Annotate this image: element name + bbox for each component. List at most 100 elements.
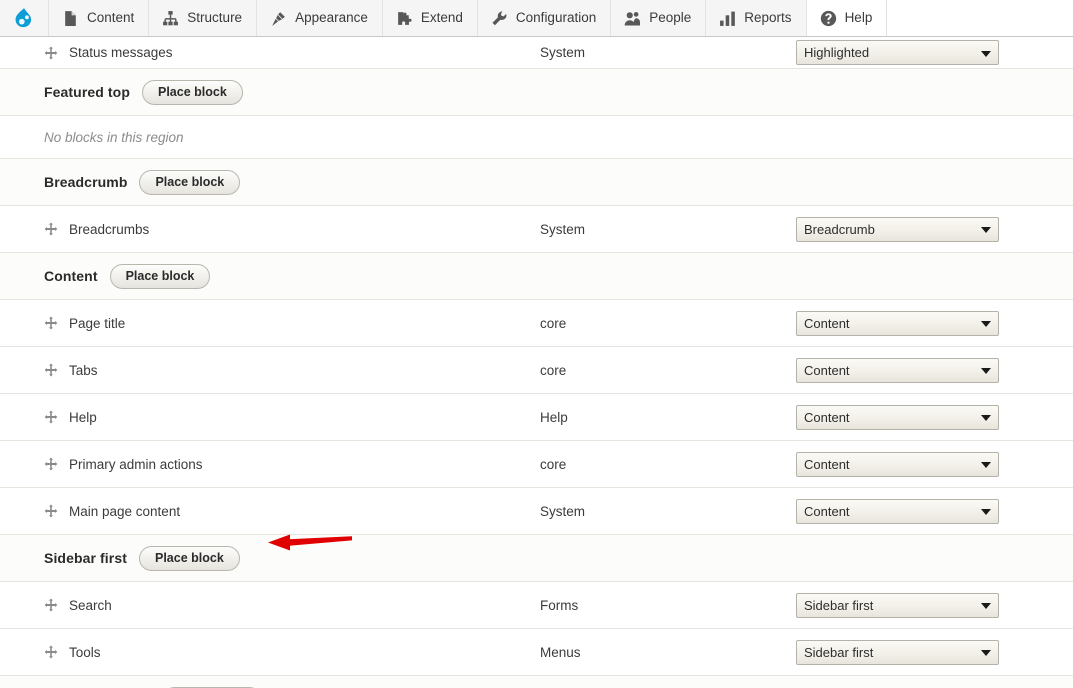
block-name: Tools [69, 644, 101, 660]
region-title: Featured top [44, 84, 130, 100]
toolbar-item-label: People [649, 10, 692, 26]
toolbar-item-label: Appearance [295, 10, 368, 26]
region-header-sidebar-first: Sidebar first Place block [0, 534, 1073, 581]
place-block-button[interactable]: Place block [109, 263, 211, 289]
toolbar-item-people[interactable]: People [611, 0, 707, 36]
table-row[interactable]: Help Help Content [0, 393, 1073, 440]
block-category: System [540, 45, 586, 60]
move-cross-icon[interactable] [44, 645, 58, 659]
block-category: System [540, 503, 586, 519]
region-header-featured-top: Featured top Place block [0, 68, 1073, 115]
region-select[interactable]: Sidebar first [796, 639, 999, 665]
move-cross-icon[interactable] [44, 222, 58, 236]
block-name: Tabs [69, 362, 98, 378]
region-select-cell: Content [796, 451, 1073, 477]
toolbar-empty-space [887, 0, 1073, 36]
block-name: Primary admin actions [69, 456, 203, 472]
toolbar-item-structure[interactable]: Structure [149, 0, 258, 36]
move-cross-icon[interactable] [44, 457, 58, 471]
block-name: Search [69, 597, 112, 613]
wrench-icon [491, 10, 508, 27]
region-select-cell: Content [796, 404, 1073, 430]
toolbar-item-label: Content [87, 10, 135, 26]
toolbar-item-appearance[interactable]: Appearance [257, 0, 383, 36]
table-row[interactable]: Main page content System Content [0, 487, 1073, 534]
toolbar-item-label: Structure [187, 10, 243, 26]
drupal-home-link[interactable] [0, 0, 49, 36]
toolbar-item-label: Help [844, 10, 873, 26]
place-block-button[interactable]: Place block [141, 79, 243, 105]
block-name: Help [69, 409, 97, 425]
toolbar-item-label: Extend [420, 10, 463, 26]
block-name-cell: Breadcrumbs [44, 222, 540, 237]
puzzle-icon [396, 10, 413, 27]
block-name-cell: Main page content [44, 504, 540, 519]
block-name: Main page content [69, 503, 181, 519]
table-row[interactable]: Search Forms Sidebar first [0, 581, 1073, 628]
region-select[interactable]: Content [796, 498, 999, 524]
region-select[interactable]: Content [796, 357, 999, 383]
move-cross-icon[interactable] [44, 504, 58, 518]
block-name-cell: Primary admin actions [44, 457, 540, 472]
block-name: Page title [69, 315, 126, 331]
region-select[interactable]: Content [796, 404, 999, 430]
region-select[interactable]: Sidebar first [796, 592, 999, 618]
region-select-cell: Breadcrumb [796, 216, 1073, 242]
block-category: Menus [540, 644, 581, 660]
region-title: Breadcrumb [44, 174, 128, 190]
region-title: Content [44, 268, 98, 284]
move-cross-icon[interactable] [44, 598, 58, 612]
table-row[interactable]: Primary admin actions core Content [0, 440, 1073, 487]
region-select-cell: Content [796, 357, 1073, 383]
toolbar-item-label: Reports [744, 10, 792, 26]
table-row[interactable]: Page title core Content [0, 299, 1073, 346]
block-category: core [540, 456, 567, 472]
question-circle-icon [820, 10, 837, 27]
place-block-button[interactable]: Place block [139, 169, 241, 195]
block-name-cell: Tools [44, 645, 540, 660]
table-row[interactable]: Breadcrumbs System Breadcrumb [0, 205, 1073, 252]
move-cross-icon[interactable] [44, 316, 58, 330]
region-header-breadcrumb: Breadcrumb Place block [0, 158, 1073, 205]
move-cross-icon[interactable] [44, 46, 58, 60]
people-icon [624, 10, 641, 27]
block-name-cell: Page title [44, 316, 540, 331]
region-title: Sidebar first [44, 550, 127, 566]
admin-toolbar: Content Structure Appearance Extend Conf… [0, 0, 1073, 37]
region-select-cell: Sidebar first [796, 592, 1073, 618]
block-category: Forms [540, 597, 579, 613]
region-select[interactable]: Highlighted [796, 40, 999, 65]
move-cross-icon[interactable] [44, 410, 58, 424]
paintbrush-icon [270, 10, 287, 27]
page-icon [62, 10, 79, 27]
block-layout-table: Status messages System Highlighted Featu… [0, 37, 1073, 688]
toolbar-item-label: Configuration [515, 10, 597, 26]
table-row[interactable]: Status messages System Highlighted [0, 37, 1073, 68]
region-empty-message-row: No blocks in this region [0, 115, 1073, 158]
region-select-cell: Content [796, 498, 1073, 524]
region-select[interactable]: Content [796, 310, 999, 336]
toolbar-item-reports[interactable]: Reports [706, 0, 807, 36]
table-row[interactable]: Tools Menus Sidebar first [0, 628, 1073, 675]
table-row[interactable]: Tabs core Content [0, 346, 1073, 393]
sitemap-icon [162, 10, 179, 27]
block-name: Breadcrumbs [69, 221, 150, 237]
region-header-sidebar-second: Sidebar second Place block [0, 675, 1073, 688]
block-name-cell: Tabs [44, 363, 540, 378]
sidebar-first-place-block-button[interactable]: Place block [139, 545, 240, 571]
toolbar-item-help[interactable]: Help [806, 0, 888, 36]
region-select-cell: Highlighted [796, 40, 1073, 65]
drupal-droplet-icon [13, 7, 35, 29]
toolbar-item-extend[interactable]: Extend [382, 0, 478, 36]
region-select[interactable]: Breadcrumb [796, 216, 999, 242]
block-category: Help [540, 409, 568, 425]
region-select-cell: Sidebar first [796, 639, 1073, 665]
toolbar-item-configuration[interactable]: Configuration [477, 0, 612, 36]
block-layout-page: Status messages System Highlighted Featu… [0, 37, 1073, 688]
region-header-content: Content Place block [0, 252, 1073, 299]
region-select-cell: Content [796, 310, 1073, 336]
empty-region-text: No blocks in this region [44, 129, 184, 145]
move-cross-icon[interactable] [44, 363, 58, 377]
toolbar-item-content[interactable]: Content [49, 0, 150, 36]
region-select[interactable]: Content [796, 451, 999, 477]
